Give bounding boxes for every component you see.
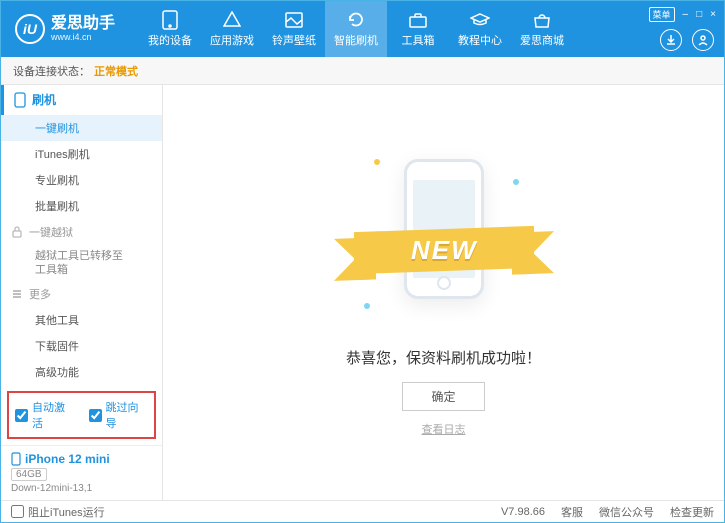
nav-toolbox[interactable]: 工具箱 (387, 1, 449, 57)
nav-apps[interactable]: 应用游戏 (201, 1, 263, 57)
device-model: Down-12mini-13,1 (11, 483, 152, 494)
nav-ringtones[interactable]: 铃声壁纸 (263, 1, 325, 57)
sidebar-item-download-firmware[interactable]: 下载固件 (1, 333, 162, 359)
app-logo: iU 爱思助手 www.i4.cn (1, 14, 129, 44)
footer-wechat[interactable]: 微信公众号 (599, 504, 654, 520)
download-button[interactable] (660, 29, 682, 51)
minimize-button[interactable]: – (683, 9, 689, 20)
nav-tutorials[interactable]: 教程中心 (449, 1, 511, 57)
lock-icon (11, 226, 23, 238)
nav-store[interactable]: 爱思商城 (511, 1, 573, 57)
version-label: V7.98.66 (501, 506, 545, 518)
wallpaper-icon (284, 10, 304, 30)
checkbox-block-itunes[interactable]: 阻止iTunes运行 (11, 504, 105, 520)
brand-name: 爱思助手 (51, 15, 115, 33)
jailbreak-note: 越狱工具已转移至 工具箱 (1, 245, 162, 282)
titlebar: iU 爱思助手 www.i4.cn 我的设备 应用游戏 铃声壁纸 智能刷机 工具… (1, 1, 724, 57)
device-status-bar: 设备连接状态： 正常模式 (1, 57, 724, 85)
user-button[interactable] (692, 29, 714, 51)
nav-smart-flash[interactable]: 智能刷机 (325, 1, 387, 57)
logo-icon: iU (15, 14, 45, 44)
refresh-icon (346, 10, 366, 30)
sidebar-section-more[interactable]: 更多 (1, 281, 162, 307)
checkbox-skip-guide[interactable]: 跳过向导 (89, 399, 149, 431)
toolbox-icon (408, 10, 428, 30)
store-icon (532, 10, 552, 30)
footer: 阻止iTunes运行 V7.98.66 客服 微信公众号 检查更新 (1, 500, 724, 522)
confirm-button[interactable]: 确定 (402, 382, 484, 411)
success-illustration: NEW (354, 149, 534, 329)
phone-icon (160, 10, 180, 30)
view-log-link[interactable]: 查看日志 (422, 421, 466, 437)
main-nav: 我的设备 应用游戏 铃声壁纸 智能刷机 工具箱 教程中心 爱思商城 (139, 1, 573, 57)
device-status-label: 设备连接状态： (13, 63, 90, 79)
sidebar-section-jailbreak[interactable]: 一键越狱 (1, 219, 162, 245)
brand-url: www.i4.cn (51, 33, 115, 43)
success-message: 恭喜您，保资料刷机成功啦！ (346, 347, 541, 368)
sidebar-item-advanced[interactable]: 高级功能 (1, 359, 162, 385)
footer-check-update[interactable]: 检查更新 (670, 504, 714, 520)
sidebar-item-itunes-flash[interactable]: iTunes刷机 (1, 141, 162, 167)
device-info: iPhone 12 mini 64GB Down-12mini-13,1 (1, 445, 162, 500)
sidebar: 刷机 一键刷机 iTunes刷机 专业刷机 批量刷机 一键越狱 越狱工具已转移至… (1, 85, 163, 500)
window-controls: 菜单 – □ × (649, 7, 716, 22)
content-panel: NEW 恭喜您，保资料刷机成功啦！ 确定 查看日志 (163, 85, 724, 500)
footer-service[interactable]: 客服 (561, 504, 583, 520)
device-name[interactable]: iPhone 12 mini (11, 452, 152, 466)
nav-my-device[interactable]: 我的设备 (139, 1, 201, 57)
menu-icon (11, 288, 23, 300)
apps-icon (222, 10, 242, 30)
options-highlight-box: 自动激活 跳过向导 (7, 391, 156, 439)
maximize-button[interactable]: □ (696, 9, 702, 20)
sidebar-item-oneclick-flash[interactable]: 一键刷机 (1, 115, 162, 141)
graduation-icon (470, 10, 490, 30)
sidebar-item-pro-flash[interactable]: 专业刷机 (1, 167, 162, 193)
sidebar-section-flash[interactable]: 刷机 (1, 85, 162, 115)
device-status-value: 正常模式 (94, 63, 138, 79)
sidebar-item-batch-flash[interactable]: 批量刷机 (1, 193, 162, 219)
menu-button[interactable]: 菜单 (649, 7, 675, 22)
sidebar-item-other-tools[interactable]: 其他工具 (1, 307, 162, 333)
ribbon-text: NEW (410, 234, 477, 265)
device-storage: 64GB (11, 468, 47, 481)
close-button[interactable]: × (710, 9, 716, 20)
checkbox-auto-activate[interactable]: 自动激活 (15, 399, 75, 431)
phone-icon (14, 92, 26, 108)
phone-icon (11, 452, 21, 466)
